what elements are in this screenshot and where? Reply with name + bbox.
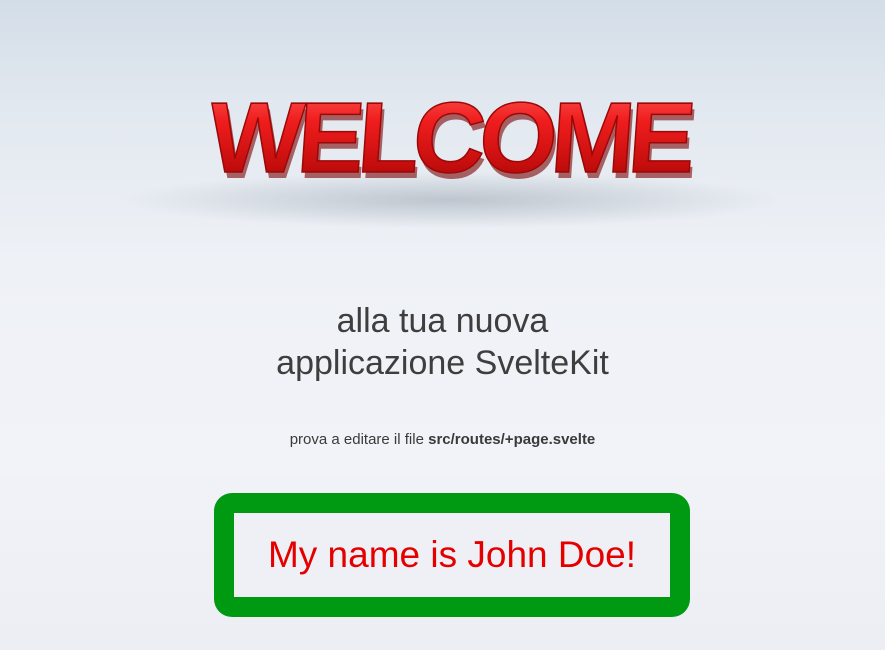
edit-hint-file: src/routes/+page.svelte bbox=[428, 431, 596, 448]
welcome-text: WELCOME bbox=[205, 82, 695, 194]
edit-hint: prova a editare il file src/routes/+page… bbox=[0, 431, 885, 448]
subtitle-line-1: alla tua nuova bbox=[336, 302, 549, 340]
name-card-inner: My name is John Doe! bbox=[234, 513, 670, 597]
welcome-banner: WELCOME WELCOME bbox=[0, 0, 885, 250]
name-card: My name is John Doe! bbox=[214, 493, 690, 617]
edit-hint-prefix: prova a editare il file bbox=[289, 431, 429, 448]
subtitle: alla tua nuova applicazione SvelteKit bbox=[0, 300, 885, 384]
name-card-text: My name is John Doe! bbox=[267, 534, 637, 575]
subtitle-line-2: applicazione SvelteKit bbox=[276, 344, 609, 382]
welcome-banner-image: WELCOME WELCOME bbox=[120, 81, 780, 228]
